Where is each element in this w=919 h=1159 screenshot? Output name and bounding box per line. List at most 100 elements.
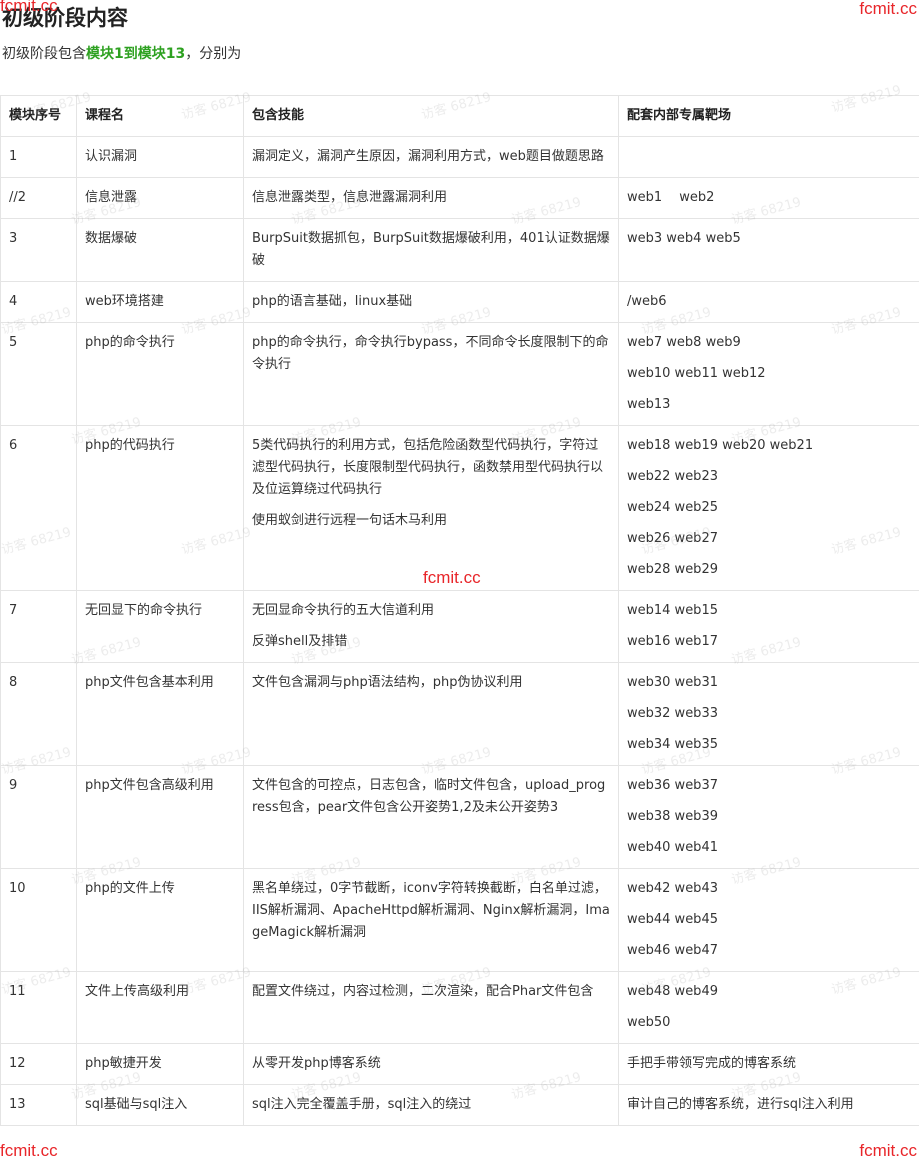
range-line: web7 web8 web9 (627, 335, 741, 350)
cell-skills: 5类代码执行的利用方式，包括危险函数型代码执行，字符过滤型代码执行，长度限制型代… (243, 425, 619, 591)
cell-skills: BurpSuit数据抓包，BurpSuit数据爆破利用，401认证数据爆破 (243, 218, 619, 282)
cell-module-no: 1 (0, 136, 77, 178)
cell-skills: 黑名单绕过，0字节截断，iconv字符转换截断，白名单过滤，IIS解析漏洞、Ap… (243, 868, 619, 972)
cell-course-name: 信息泄露 (76, 177, 244, 219)
range-line: /web6 (627, 294, 667, 309)
table-row: //2 信息泄露 信息泄露类型，信息泄露漏洞利用 web1 web2 (0, 177, 919, 219)
skill-line: 信息泄露类型，信息泄露漏洞利用 (252, 190, 448, 205)
cell-skills: php的命令执行，命令执行bypass，不同命令长度限制下的命令执行 (243, 322, 619, 426)
cell-module-no: 4 (0, 281, 77, 323)
cell-module-no: 12 (0, 1043, 77, 1085)
table-row: 1 认识漏洞 漏洞定义，漏洞产生原因，漏洞利用方式，web题目做题思路 (0, 136, 919, 178)
cell-ranges: 审计自己的博客系统，进行sql注入利用 (618, 1084, 919, 1126)
range-line: web40 web41 (627, 840, 718, 855)
skill-line: 无回显命令执行的五大信道利用 (252, 603, 435, 618)
range-line: web36 web37 (627, 778, 718, 793)
cell-ranges: web3 web4 web5 (618, 218, 919, 282)
cell-skills: 从零开发php博客系统 (243, 1043, 619, 1085)
cell-ranges: 手把手带领写完成的博客系统 (618, 1043, 919, 1085)
intro-prefix: 初级阶段包含 (2, 46, 86, 62)
range-line: web46 web47 (627, 943, 718, 958)
cell-course-name: 无回显下的命令执行 (76, 590, 244, 663)
cell-module-no: 6 (0, 425, 77, 591)
cell-course-name: sql基础与sql注入 (76, 1084, 244, 1126)
range-line: web13 (627, 397, 671, 412)
range-line: web44 web45 (627, 912, 718, 927)
cell-course-name: php的命令执行 (76, 322, 244, 426)
cell-ranges (618, 136, 919, 178)
watermark-brand-top-right: fcmit.cc (859, 0, 917, 18)
intro-highlight: 模块1到模块13 (86, 46, 186, 62)
table-row: 5 php的命令执行 php的命令执行，命令执行bypass，不同命令长度限制下的命… (0, 322, 919, 426)
range-line: web38 web39 (627, 809, 718, 824)
skill-line: sql注入完全覆盖手册，sql注入的绕过 (252, 1097, 472, 1112)
cell-course-name: php敏捷开发 (76, 1043, 244, 1085)
cell-module-no: 7 (0, 590, 77, 663)
table-body: 1 认识漏洞 漏洞定义，漏洞产生原因，漏洞利用方式，web题目做题思路//2 信息泄露… (0, 136, 919, 1126)
cell-course-name: php的代码执行 (76, 425, 244, 591)
cell-course-name: 文件上传高级利用 (76, 971, 244, 1044)
cell-ranges: web1 web2 (618, 177, 919, 219)
skill-line: 5类代码执行的利用方式，包括危险函数型代码执行，字符过滤型代码执行，长度限制型代… (252, 438, 604, 497)
range-line: web14 web15 (627, 603, 718, 618)
table-row: 8 php文件包含基本利用 文件包含漏洞与php语法结构，php伪协议利用 web30… (0, 662, 919, 766)
table-row: 3 数据爆破 BurpSuit数据抓包，BurpSuit数据爆破利用，401认证数据… (0, 218, 919, 282)
cell-ranges: web36 web37 web38 web39 web40 web41 (618, 765, 919, 869)
table-header-row: 模块序号 课程名 包含技能 配套内部专属靶场 (0, 95, 919, 137)
cell-course-name: php的文件上传 (76, 868, 244, 972)
range-line: web34 web35 (627, 737, 718, 752)
range-line: web32 web33 (627, 706, 718, 721)
table-row: 12 php敏捷开发 从零开发php博客系统 手把手带领写完成的博客系统 (0, 1043, 919, 1085)
range-line: web16 web17 (627, 634, 718, 649)
skill-line: BurpSuit数据抓包，BurpSuit数据爆破利用，401认证数据爆破 (252, 231, 610, 268)
cell-skills: 信息泄露类型，信息泄露漏洞利用 (243, 177, 619, 219)
cell-module-no: 3 (0, 218, 77, 282)
intro-text: 初级阶段包含模块1到模块13，分别为 (2, 43, 241, 63)
cell-module-no: //2 (0, 177, 77, 219)
range-line: web42 web43 (627, 881, 718, 896)
cell-skills: sql注入完全覆盖手册，sql注入的绕过 (243, 1084, 619, 1126)
range-line: web22 web23 (627, 469, 718, 484)
cell-ranges: web48 web49 web50 (618, 971, 919, 1044)
intro-suffix: ，分别为 (185, 46, 242, 62)
page: 初级阶段内容 初级阶段包含模块1到模块13，分别为 模块序号 课程名 包含技能 … (0, 0, 919, 1159)
cell-skills: 无回显命令执行的五大信道利用 反弹shell及排错 (243, 590, 619, 663)
cell-module-no: 9 (0, 765, 77, 869)
cell-ranges: /web6 (618, 281, 919, 323)
watermark-brand-top-left: fcmit.cc (0, 0, 58, 15)
cell-course-name: 认识漏洞 (76, 136, 244, 178)
cell-module-no: 5 (0, 322, 77, 426)
skill-line: 配置文件绕过，内容过检测，二次渲染，配合Phar文件包含 (252, 984, 594, 999)
cell-skills: 文件包含漏洞与php语法结构，php伪协议利用 (243, 662, 619, 766)
skill-line: 文件包含的可控点，日志包含，临时文件包含，upload_progress包含，p… (252, 778, 606, 815)
skill-line: php的语言基础，linux基础 (252, 294, 413, 309)
skill-line: 反弹shell及排错 (252, 634, 348, 649)
header-course-name: 课程名 (76, 95, 244, 137)
cell-course-name: php文件包含基本利用 (76, 662, 244, 766)
table-row: 9 php文件包含高级利用 文件包含的可控点，日志包含，临时文件包含，upload_… (0, 765, 919, 869)
skill-line: 使用蚁剑进行远程一句话木马利用 (252, 513, 448, 528)
cell-skills: 配置文件绕过，内容过检测，二次渲染，配合Phar文件包含 (243, 971, 619, 1044)
range-line: 手把手带领写完成的博客系统 (627, 1056, 797, 1071)
cell-module-no: 11 (0, 971, 77, 1044)
table-row: 10 php的文件上传 黑名单绕过，0字节截断，iconv字符转换截断，白名单过滤，… (0, 868, 919, 972)
table-row: 7 无回显下的命令执行 无回显命令执行的五大信道利用 反弹shell及排错 web14 … (0, 590, 919, 663)
cell-module-no: 10 (0, 868, 77, 972)
range-line: web28 web29 (627, 562, 718, 577)
watermark-brand-bottom-left: fcmit.cc (0, 1141, 58, 1159)
cell-ranges: web30 web31 web32 web33 web34 web35 (618, 662, 919, 766)
skill-line: 黑名单绕过，0字节截断，iconv字符转换截断，白名单过滤，IIS解析漏洞、Ap… (252, 881, 610, 940)
cell-skills: 漏洞定义，漏洞产生原因，漏洞利用方式，web题目做题思路 (243, 136, 619, 178)
cell-module-no: 8 (0, 662, 77, 766)
table-row: 6 php的代码执行 5类代码执行的利用方式，包括危险函数型代码执行，字符过滤型代码… (0, 425, 919, 591)
cell-ranges: web14 web15 web16 web17 (618, 590, 919, 663)
cell-course-name: 数据爆破 (76, 218, 244, 282)
range-line: 审计自己的博客系统，进行sql注入利用 (627, 1097, 854, 1112)
range-line: web48 web49 (627, 984, 718, 999)
cell-course-name: php文件包含高级利用 (76, 765, 244, 869)
table-row: 11 文件上传高级利用 配置文件绕过，内容过检测，二次渲染，配合Phar文件包含 we… (0, 971, 919, 1044)
range-line: web3 web4 web5 (627, 231, 741, 246)
range-line: web1 web2 (627, 190, 715, 205)
skill-line: php的命令执行，命令执行bypass，不同命令长度限制下的命令执行 (252, 335, 609, 372)
header-ranges: 配套内部专属靶场 (618, 95, 919, 137)
